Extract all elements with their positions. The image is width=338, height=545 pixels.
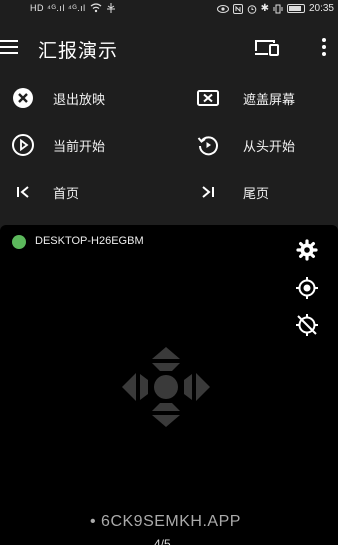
- direction-pad-icon[interactable]: [122, 347, 210, 432]
- eye-icon: [216, 4, 229, 13]
- bluetooth-icon: ✱: [260, 3, 269, 14]
- page-title: 汇报演示: [38, 41, 119, 62]
- restart-icon: [195, 134, 221, 156]
- battery-icon: [286, 4, 305, 13]
- network-text: HD ⁴ᴳ.ıl ⁴ᴳ.ıl: [30, 3, 86, 13]
- exit-show-label: 退出放映: [53, 91, 106, 107]
- start-current-button[interactable]: 当前开始: [10, 133, 105, 157]
- alarm-icon: [247, 4, 256, 14]
- first-page-icon: [10, 181, 36, 203]
- exit-show-button[interactable]: 退出放映: [10, 86, 105, 110]
- remote-control-panel[interactable]: DESKTOP-H26EGBM • 6CK9SEMKH.APP 4/5: [0, 225, 338, 545]
- cast-screen-icon[interactable]: [254, 39, 280, 62]
- connection-status-dot: [12, 235, 26, 249]
- status-bar: HD ⁴ᴳ.ıl ⁴ᴳ.ıl ✱ 20:35: [0, 0, 338, 20]
- signal-indicators: HD ⁴ᴳ.ıl ⁴ᴳ.ıl: [30, 3, 116, 13]
- vibrate-icon: [273, 4, 283, 13]
- last-page-icon: [195, 181, 221, 203]
- device-name: DESKTOP-H26EGBM: [35, 235, 144, 247]
- locate-off-icon[interactable]: [295, 313, 319, 337]
- start-beginning-button[interactable]: 从头开始: [195, 133, 295, 157]
- menu-icon[interactable]: [0, 40, 18, 54]
- app-bar: 汇报演示: [0, 22, 338, 74]
- settings-gear-icon[interactable]: [295, 238, 319, 262]
- system-indicators: ✱ 20:35: [216, 3, 334, 14]
- cover-screen-icon: [195, 87, 221, 109]
- usb-icon: [106, 3, 115, 13]
- page-indicator: 4/5: [154, 537, 171, 545]
- first-page-label: 首页: [53, 185, 80, 201]
- cover-screen-button[interactable]: 遮盖屏幕: [195, 86, 295, 110]
- cover-screen-label: 遮盖屏幕: [243, 91, 296, 107]
- watermark-text: • 6CK9SEMKH.APP: [90, 513, 241, 530]
- last-page-button[interactable]: 尾页: [195, 180, 269, 204]
- first-page-button[interactable]: 首页: [10, 180, 79, 204]
- locate-target-icon[interactable]: [295, 276, 319, 300]
- clock: 20:35: [308, 3, 334, 14]
- start-current-label: 当前开始: [53, 138, 106, 154]
- more-options-icon[interactable]: [318, 38, 330, 58]
- nfc-icon: [232, 3, 243, 14]
- wifi-icon: [90, 3, 102, 13]
- last-page-label: 尾页: [243, 185, 270, 201]
- close-circle-icon: [10, 87, 36, 109]
- play-circle-icon: [10, 134, 36, 156]
- start-beginning-label: 从头开始: [243, 138, 296, 154]
